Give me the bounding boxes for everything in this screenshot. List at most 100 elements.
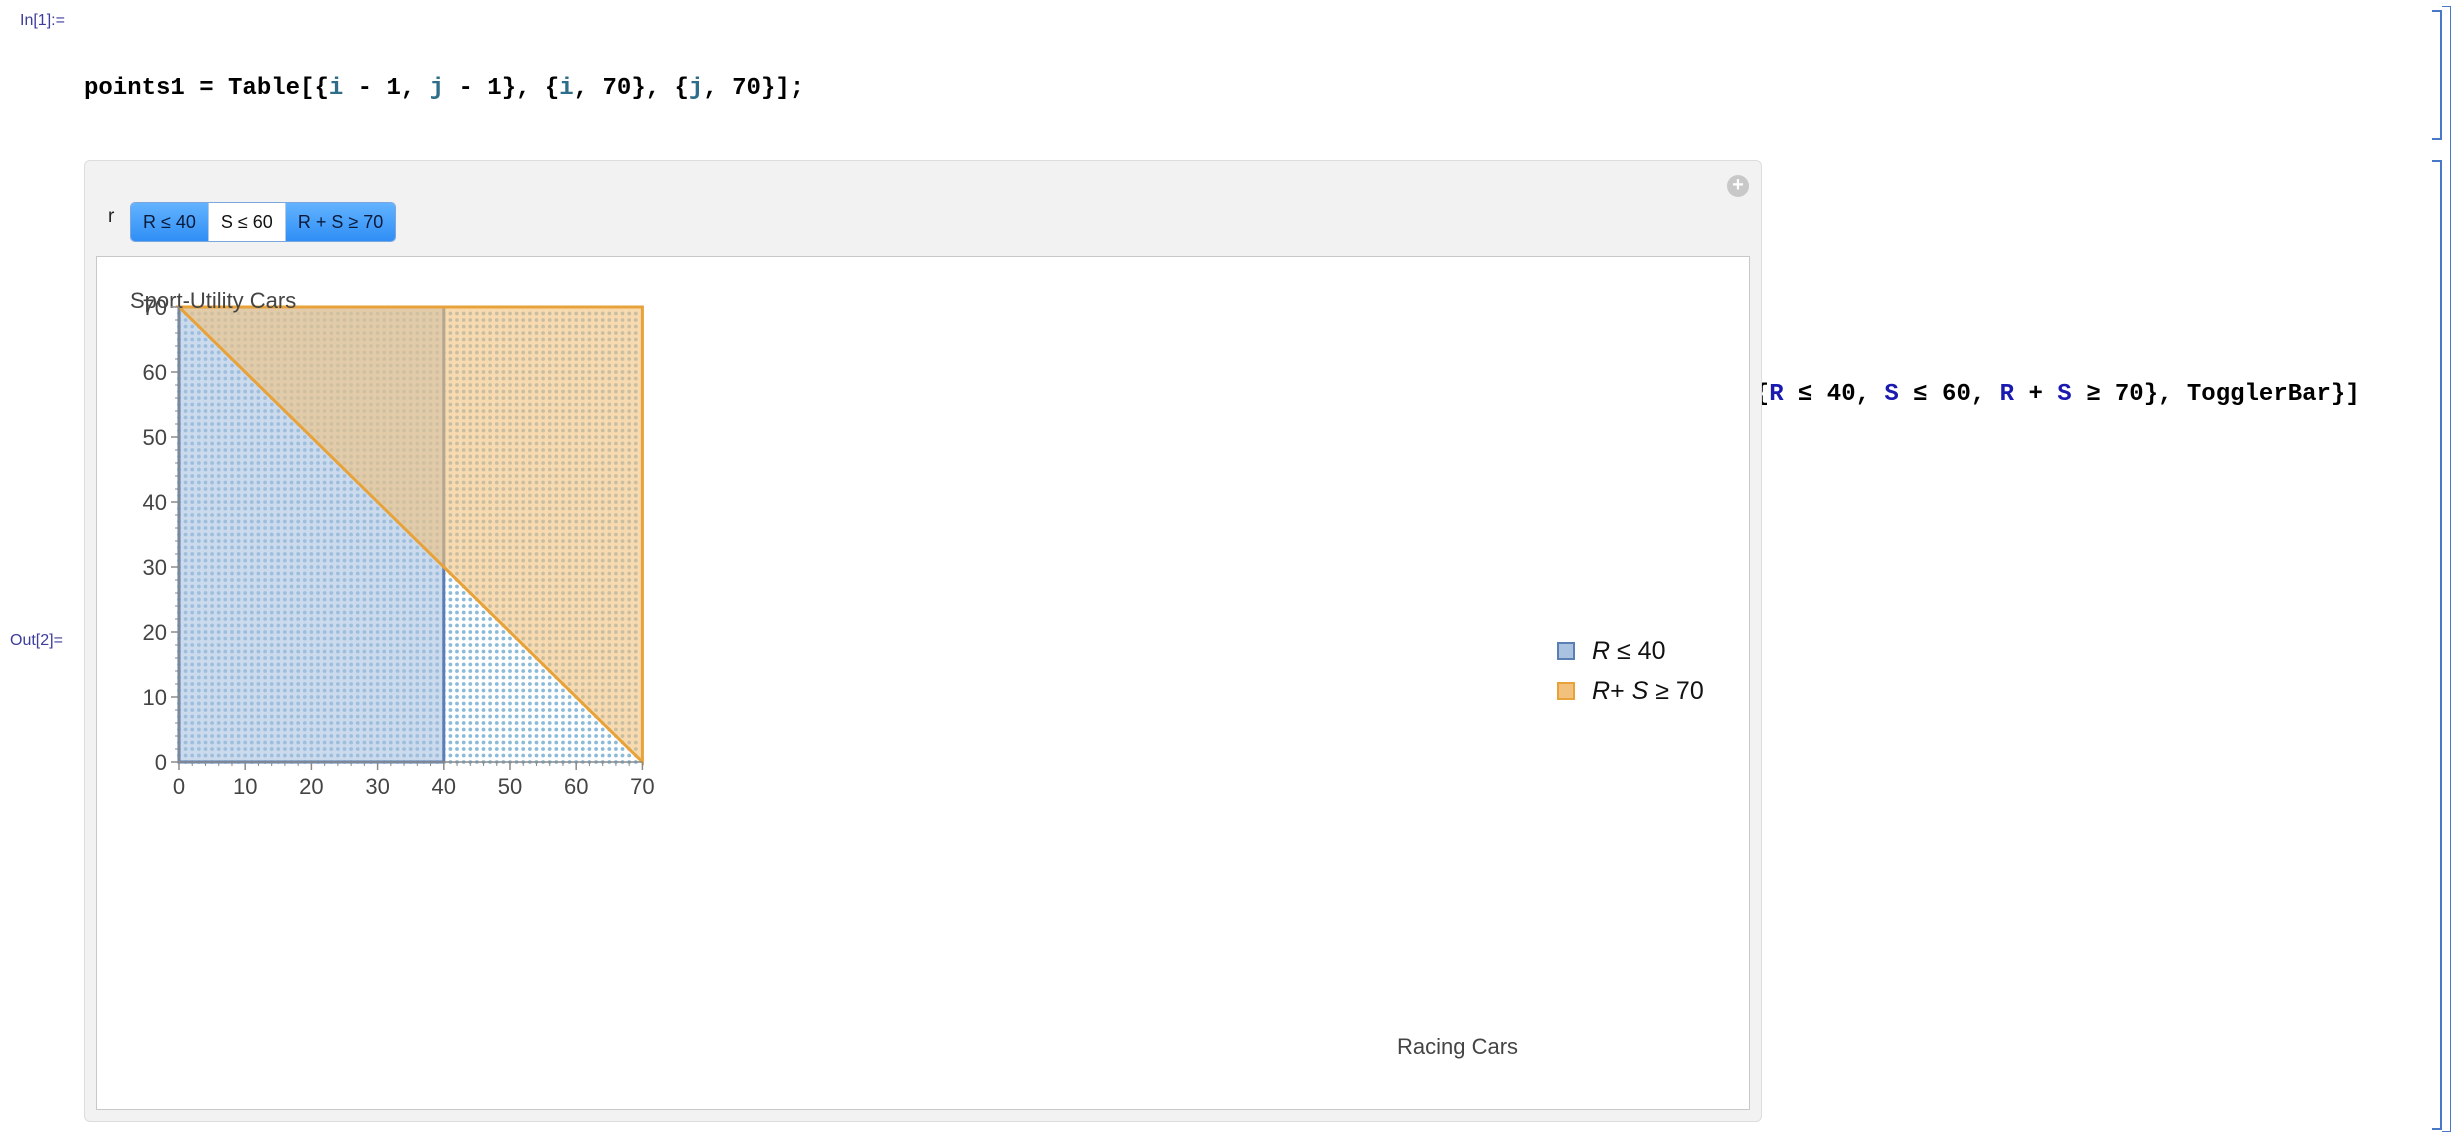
data-point <box>554 740 559 745</box>
data-point <box>494 734 499 738</box>
data-point <box>475 617 479 621</box>
data-point <box>494 695 499 699</box>
data-point <box>494 721 499 725</box>
data-point <box>501 662 506 667</box>
data-point <box>461 656 466 660</box>
data-point <box>455 747 459 751</box>
data-point <box>501 701 506 706</box>
data-point <box>554 701 559 706</box>
x-tick-label: 0 <box>173 774 185 799</box>
data-point <box>468 636 473 641</box>
plus-icon[interactable]: + <box>1727 175 1749 197</box>
data-point <box>580 734 585 738</box>
data-point <box>448 649 453 654</box>
data-point <box>627 753 632 758</box>
data-point <box>448 584 453 589</box>
code-line-1[interactable]: points1 = Table[{i - 1, j - 1}, {i, 70},… <box>84 72 2360 106</box>
data-point <box>580 747 585 751</box>
data-point <box>561 708 565 712</box>
data-point <box>448 688 453 693</box>
data-point <box>521 708 526 712</box>
data-point <box>521 682 526 686</box>
data-point <box>468 714 473 719</box>
data-point <box>508 708 512 712</box>
data-point <box>594 727 598 732</box>
data-point <box>574 740 579 745</box>
data-point <box>475 662 479 667</box>
toggler-bar[interactable]: R ≤ 40 S ≤ 60 R + S ≥ 70 <box>130 202 397 242</box>
data-point <box>607 747 612 751</box>
data-point <box>521 734 526 738</box>
data-point <box>468 669 473 673</box>
data-point <box>481 740 486 745</box>
data-point <box>561 747 565 751</box>
data-point <box>475 721 479 725</box>
region-plot: Sport-Utility Cars Racing Cars 0 10 20 30 40… <box>130 288 1704 1059</box>
code-token: R <box>1999 381 2015 408</box>
data-point <box>508 721 512 725</box>
data-point <box>508 662 512 667</box>
data-point <box>547 708 552 712</box>
data-point <box>547 747 552 751</box>
data-point <box>521 688 526 693</box>
input-cell-bracket[interactable] <box>2432 10 2442 140</box>
data-point <box>461 753 466 758</box>
data-point <box>600 747 605 751</box>
data-point <box>468 727 473 732</box>
data-point <box>501 695 506 699</box>
toggle-r-le-40[interactable]: R ≤ 40 <box>131 203 209 241</box>
data-point <box>455 708 459 712</box>
data-point <box>481 669 486 673</box>
data-point <box>514 649 519 654</box>
data-point <box>488 643 492 647</box>
toggle-s-le-60[interactable]: S ≤ 60 <box>208 203 286 241</box>
data-point <box>488 721 492 725</box>
data-point <box>547 675 552 680</box>
data-point <box>521 747 526 751</box>
data-point <box>475 610 479 615</box>
data-point <box>534 688 539 693</box>
data-point <box>461 721 466 725</box>
data-point <box>468 617 473 621</box>
data-point <box>614 740 618 745</box>
data-point <box>461 682 466 686</box>
data-point <box>541 747 545 751</box>
data-point <box>587 747 592 751</box>
data-point <box>455 656 459 660</box>
data-point <box>455 753 459 758</box>
data-point <box>541 714 545 719</box>
data-point <box>455 727 459 732</box>
data-point <box>541 682 545 686</box>
data-point <box>561 721 565 725</box>
output-cell-bracket[interactable] <box>2432 160 2442 1130</box>
data-point <box>541 669 545 673</box>
data-point <box>448 636 453 641</box>
data-point <box>534 734 539 738</box>
data-point <box>600 734 605 738</box>
data-point <box>494 701 499 706</box>
data-point <box>561 701 565 706</box>
data-point <box>508 669 512 673</box>
data-point <box>508 636 512 641</box>
data-point <box>561 714 565 719</box>
data-point <box>468 740 473 745</box>
data-point <box>587 721 592 725</box>
data-point <box>461 701 466 706</box>
data-point <box>448 597 453 602</box>
data-point <box>528 727 532 732</box>
data-point <box>488 747 492 751</box>
toggle-r-plus-s-ge-70[interactable]: R + S ≥ 70 <box>285 203 396 241</box>
data-point <box>534 682 539 686</box>
data-point <box>455 584 459 589</box>
data-point <box>448 682 453 686</box>
data-point <box>481 701 486 706</box>
data-point <box>448 675 453 680</box>
data-point <box>468 688 473 693</box>
data-point <box>580 753 585 758</box>
data-point <box>455 669 459 673</box>
data-point <box>448 701 453 706</box>
group-cell-bracket[interactable] <box>2442 6 2451 1132</box>
data-point <box>488 753 492 758</box>
input-cell-label: In[1]:= <box>20 12 65 29</box>
data-point <box>594 740 598 745</box>
